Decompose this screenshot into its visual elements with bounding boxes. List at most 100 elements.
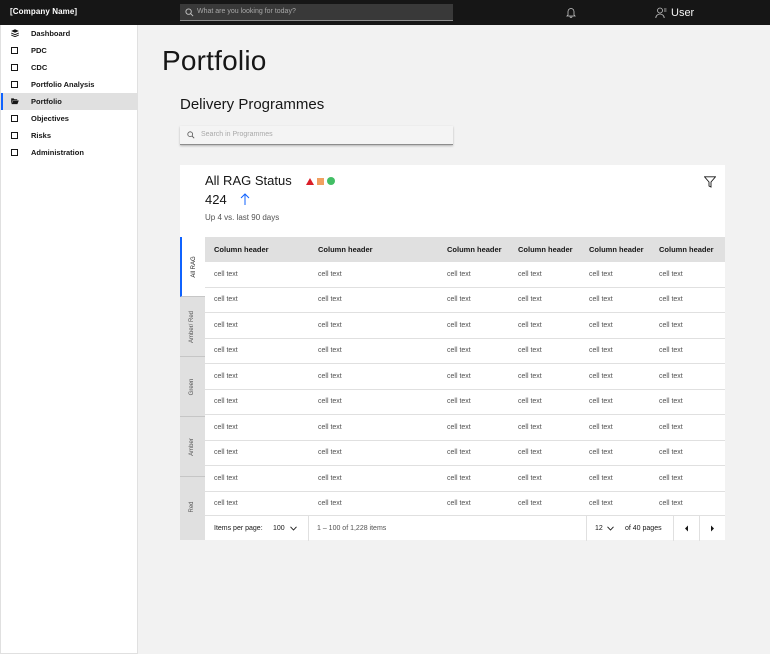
tab-label: Red <box>189 501 195 513</box>
sidebar-item-label: PDC <box>31 46 47 55</box>
tab-red[interactable]: Red <box>180 477 205 540</box>
table-cell: cell text <box>318 321 342 329</box>
green-circle-icon <box>327 177 335 185</box>
table-cell: cell text <box>518 398 542 406</box>
next-page-button[interactable] <box>700 516 725 541</box>
red-triangle-icon <box>306 177 314 185</box>
table-cell: cell text <box>659 321 683 329</box>
table-row[interactable]: cell text cell text cell text cell text cell… <box>205 390 725 415</box>
search-icon <box>187 131 195 139</box>
table-cell: cell text <box>214 423 238 431</box>
table-cell: cell text <box>589 449 613 457</box>
table-cell: cell text <box>589 347 613 355</box>
table-row[interactable]: cell text cell text cell text cell text cell… <box>205 339 725 364</box>
table-cell: cell text <box>447 347 471 355</box>
sidebar-item-risks[interactable]: Risks <box>1 127 138 144</box>
table-row[interactable]: cell text cell text cell text cell text cell… <box>205 364 725 390</box>
table-cell: cell text <box>518 449 542 457</box>
table-row[interactable]: cell text cell text cell text cell text cell… <box>205 262 725 288</box>
table-cell: cell text <box>659 270 683 278</box>
table-cell: cell text <box>318 500 342 508</box>
global-search-input[interactable]: What are you looking for today? <box>180 4 453 21</box>
tab-label: Amber/ Red <box>189 310 195 344</box>
checkbox-icon <box>11 81 18 88</box>
table-row[interactable]: cell text cell text cell text cell text cell… <box>205 288 725 313</box>
table-cell: cell text <box>589 372 613 380</box>
chevron-down-icon[interactable] <box>607 526 614 531</box>
rag-tabs: All RAG Amber/ Red Green Amber Red <box>180 237 205 540</box>
table-row[interactable]: cell text cell text cell text cell text cell… <box>205 313 725 339</box>
tab-all-rag[interactable]: All RAG <box>180 237 205 297</box>
table-row[interactable]: cell text cell text cell text cell text cell… <box>205 492 725 517</box>
table-cell: cell text <box>318 270 342 278</box>
table-cell: cell text <box>318 296 342 304</box>
sidebar-item-portfolio[interactable]: Portfolio <box>1 93 138 110</box>
sidebar-item-pdc[interactable]: PDC <box>1 42 138 59</box>
column-header[interactable]: Column header <box>509 237 580 262</box>
user-menu[interactable]: User <box>655 7 694 19</box>
programmes-search-input[interactable]: Search in Programmes <box>180 126 453 145</box>
card-title: All RAG Status <box>205 173 292 188</box>
table-cell: cell text <box>518 500 542 508</box>
column-header[interactable]: Column header <box>580 237 650 262</box>
tab-amber[interactable]: Amber <box>180 417 205 477</box>
table-cell: cell text <box>447 500 471 508</box>
rag-delta: Up 4 vs. last 90 days <box>205 213 280 222</box>
sidebar-item-cdc[interactable]: CDC <box>1 59 138 76</box>
checkbox-icon <box>11 64 18 71</box>
programmes-table: Column header Column header Column heade… <box>205 237 725 517</box>
table-cell: cell text <box>318 347 342 355</box>
table-cell: cell text <box>518 321 542 329</box>
table-cell: cell text <box>518 270 542 278</box>
column-header[interactable]: Column header <box>205 237 309 262</box>
table-cell: cell text <box>214 347 238 355</box>
table-cell: cell text <box>214 270 238 278</box>
table-cell: cell text <box>589 270 613 278</box>
table-row[interactable]: cell text cell text cell text cell text cell… <box>205 466 725 492</box>
sidebar-item-label: Portfolio Analysis <box>31 80 95 89</box>
notification-bell-icon[interactable] <box>566 7 576 18</box>
section-title: Delivery Programmes <box>180 96 325 113</box>
company-name[interactable]: [Company Name] <box>10 7 77 16</box>
table-row[interactable]: cell text cell text cell text cell text cell… <box>205 441 725 466</box>
column-header[interactable]: Column header <box>309 237 438 262</box>
table-cell: cell text <box>659 449 683 457</box>
sidebar: Dashboard PDC CDC Portfolio Analysis Por… <box>0 25 138 654</box>
table-cell: cell text <box>518 347 542 355</box>
sidebar-item-portfolio-analysis[interactable]: Portfolio Analysis <box>1 76 138 93</box>
items-per-page-select[interactable]: 100 <box>273 525 285 532</box>
divider <box>586 516 587 541</box>
table-cell: cell text <box>589 423 613 431</box>
tab-amber-red[interactable]: Amber/ Red <box>180 297 205 357</box>
previous-page-button[interactable] <box>674 516 699 541</box>
table-cell: cell text <box>659 474 683 482</box>
column-header[interactable]: Column header <box>650 237 725 262</box>
tab-label: Amber <box>189 438 195 456</box>
table-cell: cell text <box>518 474 542 482</box>
page-select[interactable]: 12 <box>595 525 603 532</box>
sidebar-item-label: CDC <box>31 63 48 72</box>
sidebar-item-objectives[interactable]: Objectives <box>1 110 138 127</box>
table-cell: cell text <box>659 398 683 406</box>
filter-icon[interactable] <box>704 176 716 188</box>
table-cell: cell text <box>318 372 342 380</box>
table-body: cell text cell text cell text cell text cell… <box>205 262 725 517</box>
table-cell: cell text <box>659 347 683 355</box>
column-header[interactable]: Column header <box>438 237 509 262</box>
table-cell: cell text <box>589 296 613 304</box>
items-range: 1 – 100 of 1,228 items <box>317 525 387 532</box>
table-cell: cell text <box>518 296 542 304</box>
table-cell: cell text <box>214 372 238 380</box>
table-cell: cell text <box>518 423 542 431</box>
checkbox-icon <box>11 115 18 122</box>
table-cell: cell text <box>589 474 613 482</box>
chevron-down-icon[interactable] <box>290 526 297 531</box>
sidebar-item-administration[interactable]: Administration <box>1 144 138 161</box>
table-cell: cell text <box>214 449 238 457</box>
sidebar-item-label: Portfolio <box>31 97 62 106</box>
sidebar-item-dashboard[interactable]: Dashboard <box>1 25 138 42</box>
table-cell: cell text <box>447 372 471 380</box>
table-row[interactable]: cell text cell text cell text cell text cell… <box>205 415 725 441</box>
page-title: Portfolio <box>162 45 267 76</box>
tab-green[interactable]: Green <box>180 357 205 417</box>
